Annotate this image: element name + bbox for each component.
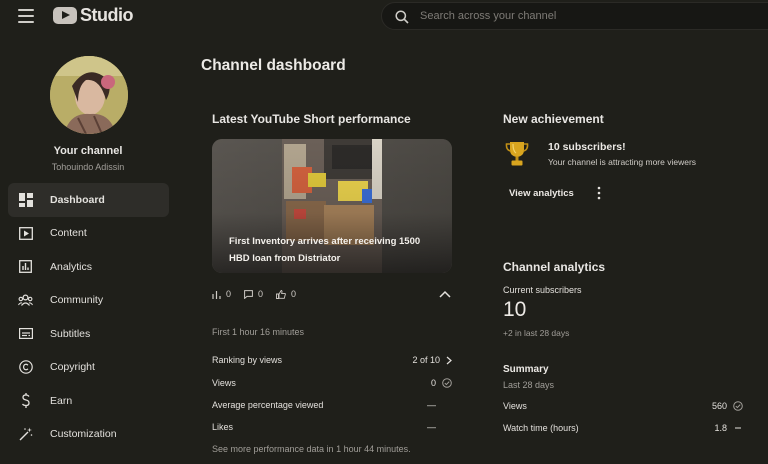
sidebar-item-label: Content (50, 227, 87, 240)
performance-period: First 1 hour 16 minutes (212, 327, 305, 337)
avg-viewed-row: Average percentage viewed — (212, 398, 452, 412)
subtitles-icon (18, 326, 33, 341)
copyright-icon (18, 360, 33, 375)
check-circle-icon (442, 378, 452, 388)
sidebar-item-copyright[interactable]: Copyright (8, 351, 169, 385)
sidebar-item-dashboard[interactable]: Dashboard (8, 183, 169, 217)
row-label: Watch time (hours) (503, 423, 579, 433)
short-thumbnail[interactable]: First Inventory arrives after receiving … (212, 139, 452, 273)
channel-title: Your channel (53, 145, 123, 157)
analytics-icon (18, 259, 33, 274)
trophy-icon (505, 142, 529, 166)
short-caption: First Inventory arrives after receiving … (229, 236, 421, 264)
comment-icon (244, 289, 253, 299)
comments-stat: 0 (244, 289, 263, 299)
sidebar-item-label: Copyright (50, 361, 95, 374)
row-value: 560 (711, 401, 727, 411)
sidebar-item-label: Analytics (50, 260, 93, 273)
chevron-right-icon (446, 356, 452, 365)
more-performance-note: See more performance data in 1 hour 44 m… (212, 444, 411, 454)
sidebar-item-content[interactable]: Content (8, 217, 169, 251)
summary-watch-time-row: Watch time (hours) 1.8 (503, 421, 743, 435)
row-value: 2 of 10 (412, 355, 440, 365)
check-circle-icon (733, 401, 743, 411)
subscribers-label: Current subscribers (503, 285, 582, 295)
views-count: 0 (226, 289, 232, 299)
logo-text: Studio (80, 5, 134, 25)
sidebar-item-analytics[interactable]: Analytics (8, 250, 169, 284)
row-value: 1.8 (714, 423, 727, 433)
content-icon (18, 226, 33, 241)
earn-icon (18, 393, 33, 409)
studio-logo[interactable]: Studio (53, 5, 134, 26)
subscribers-count: 10 (503, 298, 527, 321)
view-analytics-button[interactable]: View analytics (503, 183, 580, 203)
views-stat: 0 (212, 289, 231, 299)
channel-name: Tohouindo Adissin (51, 162, 125, 172)
search-icon[interactable] (395, 10, 409, 24)
sidebar-item-label: Customization (50, 428, 117, 441)
row-label: Views (503, 401, 527, 411)
likes-count: 0 (291, 289, 297, 299)
short-stats: 0 0 0 (212, 287, 452, 301)
row-label: Views (212, 378, 236, 388)
achievement-headline: 10 subscribers! (548, 141, 626, 153)
magic-wand-icon (18, 427, 33, 442)
channel-avatar[interactable] (50, 56, 128, 134)
sidebar-item-subtitles[interactable]: Subtitles (8, 317, 169, 351)
thumbs-up-icon (276, 289, 286, 299)
sidebar-item-label: Dashboard (50, 193, 105, 206)
subscribers-change: +2 in last 28 days (503, 328, 570, 338)
dashboard-icon (18, 192, 33, 207)
likes-row: Likes — (212, 420, 452, 434)
sidebar-item-earn[interactable]: Earn (8, 384, 169, 418)
row-label: Average percentage viewed (212, 400, 324, 410)
row-label: Ranking by views (212, 355, 283, 365)
bar-chart-icon (212, 290, 221, 299)
analytics-card-title: Channel analytics (503, 260, 606, 274)
chevron-up-icon[interactable] (439, 289, 451, 299)
row-value: 0 (430, 378, 436, 388)
page-title: Channel dashboard (201, 57, 346, 74)
menu-icon[interactable] (18, 9, 34, 23)
sidebar: Your channel Tohouindo Adissin Dashboard… (0, 34, 176, 464)
summary-views-row: Views 560 (503, 399, 743, 413)
more-options-icon[interactable] (594, 186, 604, 200)
views-row: Views 0 (212, 376, 452, 390)
likes-stat: 0 (276, 289, 296, 299)
row-value: — (427, 400, 436, 410)
top-bar: Studio Search across your channel (0, 0, 768, 34)
sidebar-item-community[interactable]: Community (8, 284, 169, 318)
sidebar-item-label: Earn (50, 394, 73, 407)
dash-icon (733, 423, 743, 433)
ranking-row[interactable]: Ranking by views 2 of 10 (212, 353, 452, 367)
search-input[interactable]: Search across your channel (420, 10, 556, 22)
sidebar-item-customization[interactable]: Customization (8, 418, 169, 452)
sidebar-nav: Dashboard Content Analytics Community Su… (8, 183, 169, 451)
summary-title: Summary (503, 364, 549, 375)
row-label: Likes (212, 422, 234, 432)
summary-period: Last 28 days (503, 380, 555, 390)
search-bar[interactable]: Search across your channel (381, 2, 768, 30)
sidebar-item-label: Subtitles (50, 327, 91, 340)
achievement-card-title: New achievement (503, 112, 604, 126)
short-card-title: Latest YouTube Short performance (212, 112, 411, 126)
achievement-subtitle: Your channel is attracting more viewers (548, 157, 697, 167)
row-value: — (427, 422, 436, 432)
youtube-logo-icon (53, 7, 77, 24)
community-icon (18, 293, 33, 308)
sidebar-item-label: Community (50, 294, 104, 307)
comments-count: 0 (258, 289, 264, 299)
